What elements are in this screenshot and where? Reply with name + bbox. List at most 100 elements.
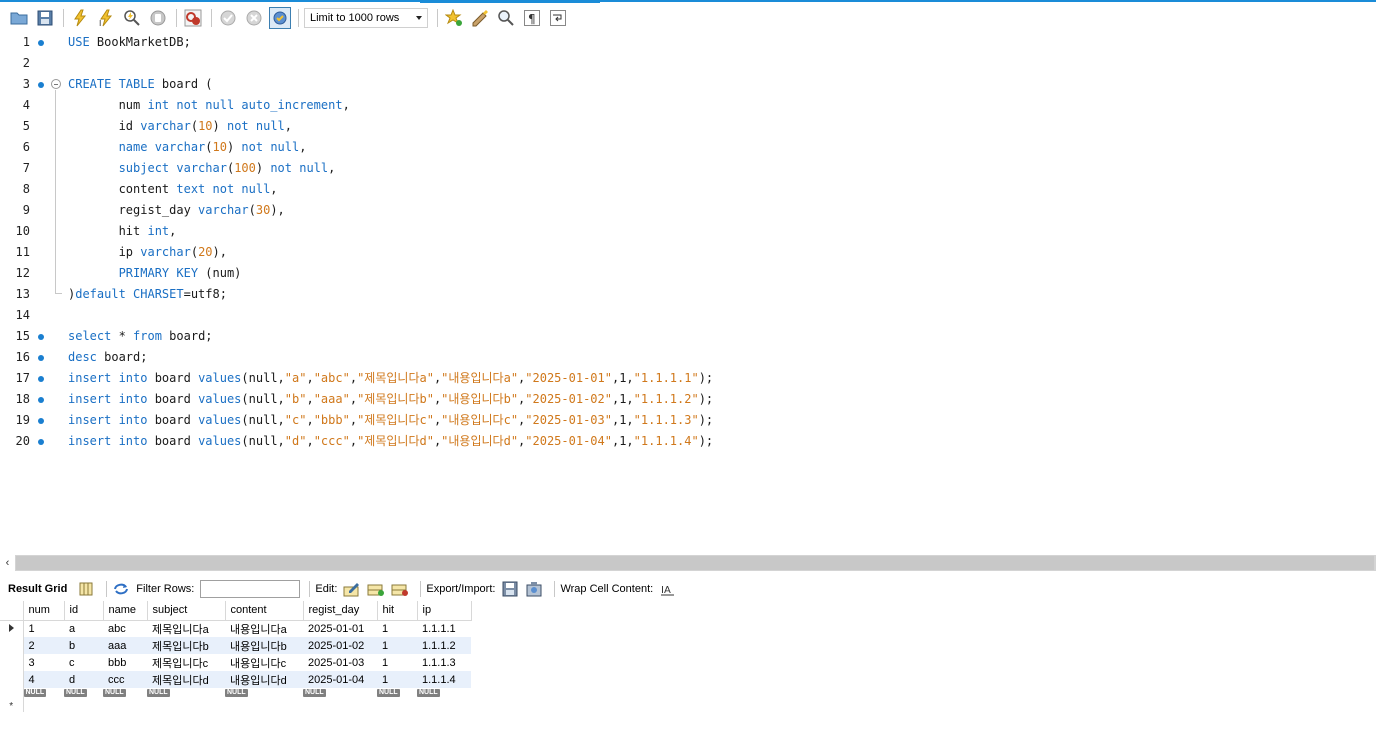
table-cell[interactable]: ccc [103, 671, 147, 688]
table-cell[interactable]: NULL [225, 688, 303, 700]
table-cell[interactable]: 제목입니다c [147, 654, 225, 671]
table-cell[interactable]: 1.1.1.2 [417, 637, 471, 654]
code-line[interactable]: 10 hit int, [0, 221, 1376, 242]
table-cell[interactable]: aaa [103, 637, 147, 654]
grid-layout-icon[interactable] [77, 580, 95, 598]
table-cell[interactable]: a [64, 620, 103, 637]
column-header-regist-day[interactable]: regist_day [303, 601, 378, 621]
table-cell[interactable]: NULL [377, 688, 417, 700]
code-line[interactable]: 19 insert into board values(null,"c","bbb… [0, 410, 1376, 431]
row-header[interactable] [0, 620, 24, 637]
limit-rows-select[interactable]: Limit to 1000 rows [304, 8, 428, 28]
code-line[interactable]: 15 select * from board; [0, 326, 1376, 347]
table-cell[interactable]: 2025-01-03 [303, 654, 377, 671]
table-cell[interactable]: 1 [377, 671, 417, 688]
table-cell[interactable]: 1.1.1.1 [417, 620, 471, 637]
table-row[interactable]: 3 c bbb 제목입니다c 내용입니다c 2025-01-03 1 1.1.1.3 [0, 654, 471, 671]
table-cell[interactable]: NULL [23, 688, 64, 700]
commit-icon[interactable] [217, 7, 239, 29]
column-header-name[interactable]: name [103, 601, 148, 621]
code-line[interactable]: 1 USE BookMarketDB; [0, 32, 1376, 53]
table-cell[interactable]: 내용입니다d [225, 671, 303, 688]
table-cell[interactable]: 1 [23, 620, 64, 637]
import-icon[interactable] [525, 580, 543, 598]
find-icon[interactable] [495, 7, 517, 29]
scrollbar-thumb[interactable] [16, 556, 1374, 570]
result-grid[interactable]: num id name subject content regist_day hit ip 1… [0, 601, 472, 712]
autocommit-icon[interactable] [269, 7, 291, 29]
fold-toggle-icon[interactable] [51, 79, 61, 89]
code-line[interactable]: 12 PRIMARY KEY (num) [0, 263, 1376, 284]
column-header-subject[interactable]: subject [147, 601, 226, 621]
row-header[interactable] [0, 671, 24, 688]
save-icon[interactable] [34, 7, 56, 29]
explain-icon[interactable] [121, 7, 143, 29]
table-cell[interactable]: 내용입니다b [225, 637, 303, 654]
table-cell[interactable]: NULL [417, 688, 471, 700]
add-row-icon[interactable] [367, 580, 385, 598]
execute-icon[interactable] [69, 7, 91, 29]
code-line[interactable]: 9 regist_day varchar(30), [0, 200, 1376, 221]
table-cell[interactable]: 1 [377, 620, 417, 637]
rollback-icon[interactable] [243, 7, 265, 29]
table-cell[interactable]: 3 [23, 654, 64, 671]
toggle-error-icon[interactable] [182, 7, 204, 29]
table-cell[interactable]: 2025-01-04 [303, 671, 377, 688]
table-row[interactable]: 1 a abc 제목입니다a 내용입니다a 2025-01-01 1 1.1.1.1 [0, 620, 471, 637]
table-cell[interactable]: NULL [103, 688, 147, 700]
stop-icon[interactable] [147, 7, 169, 29]
refresh-icon[interactable] [112, 580, 130, 598]
row-header[interactable] [0, 654, 24, 671]
code-line[interactable]: 4 num int not null auto_increment, [0, 95, 1376, 116]
table-cell[interactable]: 1 [377, 637, 417, 654]
column-header-id[interactable]: id [64, 601, 104, 621]
bookmark-icon[interactable] [443, 7, 465, 29]
table-cell[interactable]: 내용입니다c [225, 654, 303, 671]
table-cell[interactable]: 1.1.1.4 [417, 671, 471, 688]
code-line[interactable]: 7 subject varchar(100) not null, [0, 158, 1376, 179]
code-line[interactable]: 2 [0, 53, 1376, 74]
wrap-cell-icon[interactable]: IA [659, 580, 677, 598]
code-line[interactable]: 5 id varchar(10) not null, [0, 116, 1376, 137]
table-cell[interactable]: 제목입니다b [147, 637, 225, 654]
code-line[interactable]: 6 name varchar(10) not null, [0, 137, 1376, 158]
table-cell[interactable]: NULL [147, 688, 225, 700]
table-cell[interactable]: b [64, 637, 103, 654]
export-icon[interactable] [501, 580, 519, 598]
column-header-num[interactable]: num [23, 601, 65, 621]
table-row[interactable]: 2 b aaa 제목입니다b 내용입니다b 2025-01-02 1 1.1.1.2 [0, 637, 471, 654]
sql-editor[interactable]: 1 USE BookMarketDB; 2 3 CREATE TABLE board (… [0, 32, 1376, 552]
code-line[interactable]: 13)default CHARSET=utf8; [0, 284, 1376, 305]
code-line[interactable]: 20 insert into board values(null,"d","ccc… [0, 431, 1376, 452]
code-line[interactable]: 17 insert into board values(null,"a","abc… [0, 368, 1376, 389]
invisible-chars-icon[interactable]: ¶ [521, 7, 543, 29]
result-grid-tab[interactable]: Result Grid [8, 583, 67, 595]
horizontal-scrollbar[interactable]: ‹ [0, 555, 1376, 571]
row-header[interactable] [0, 637, 24, 654]
delete-row-icon[interactable] [391, 580, 409, 598]
execute-current-icon[interactable]: I [95, 7, 117, 29]
code-line[interactable]: 11 ip varchar(20), [0, 242, 1376, 263]
table-cell[interactable]: 2025-01-01 [303, 620, 377, 637]
table-row[interactable]: 4 d ccc 제목입니다d 내용입니다d 2025-01-04 1 1.1.1.4 [0, 671, 471, 688]
new-row[interactable]: NULL NULL NULL NULL NULL NULL NULL NULL [0, 688, 471, 700]
table-cell[interactable]: bbb [103, 654, 147, 671]
table-cell[interactable]: c [64, 654, 103, 671]
table-cell[interactable]: NULL [303, 688, 377, 700]
scroll-left-icon[interactable]: ‹ [0, 555, 15, 571]
code-line[interactable]: 18 insert into board values(null,"b","aaa… [0, 389, 1376, 410]
table-cell[interactable]: 2025-01-02 [303, 637, 377, 654]
filter-rows-input[interactable] [200, 580, 301, 598]
wrap-icon[interactable] [547, 7, 569, 29]
column-header-ip[interactable]: ip [417, 601, 472, 621]
table-cell[interactable]: 4 [23, 671, 64, 688]
column-header-hit[interactable]: hit [377, 601, 418, 621]
beautify-icon[interactable] [469, 7, 491, 29]
table-cell[interactable]: 내용입니다a [225, 620, 303, 637]
table-cell[interactable]: 1 [377, 654, 417, 671]
table-cell[interactable]: 1.1.1.3 [417, 654, 471, 671]
table-cell[interactable]: abc [103, 620, 147, 637]
open-folder-icon[interactable] [8, 7, 30, 29]
code-line[interactable]: 14 [0, 305, 1376, 326]
table-cell[interactable]: 2 [23, 637, 64, 654]
